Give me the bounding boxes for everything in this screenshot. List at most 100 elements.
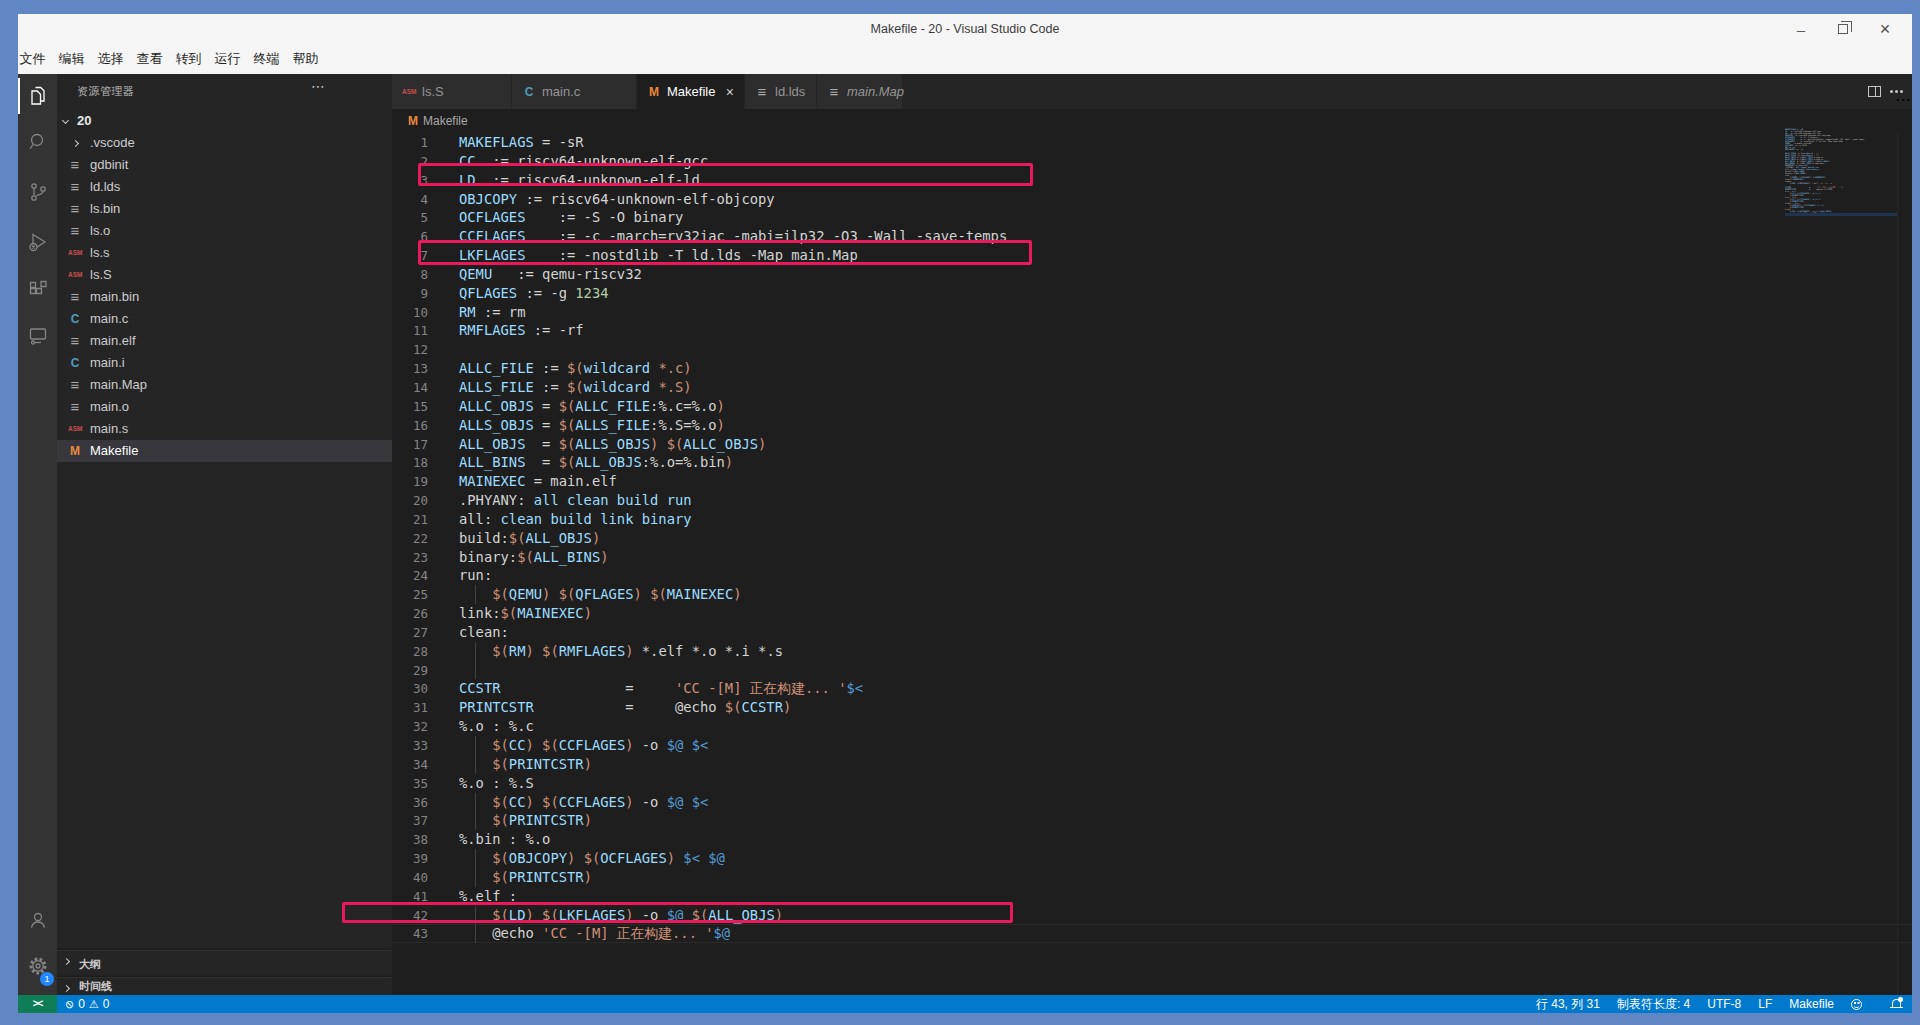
split-editor-icon[interactable] bbox=[1868, 86, 1881, 97]
file-row-main.Map[interactable]: ≡main.Map bbox=[57, 374, 392, 396]
code-line-1[interactable]: 1MAKEFLAGS = -sR bbox=[392, 133, 1912, 152]
code-line-36[interactable]: 36 $(CC) $(CCFLAGES) -o $@ $< bbox=[392, 793, 1912, 812]
file-row-ls.bin[interactable]: ≡ls.bin bbox=[57, 198, 392, 220]
status-item[interactable]: UTF-8 bbox=[1707, 997, 1741, 1011]
tab-main.Map[interactable]: ≡main.Map bbox=[817, 74, 903, 109]
status-item[interactable]: LF bbox=[1758, 997, 1772, 1011]
explorer-actions-icon[interactable]: ⋯ bbox=[311, 78, 326, 94]
line-text: $(PRINTCSTR) bbox=[459, 755, 592, 774]
tab-ls.S[interactable]: ASMls.S bbox=[392, 74, 512, 109]
code-line-23[interactable]: 23binary:$(ALL_BINS) bbox=[392, 548, 1912, 567]
code-line-27[interactable]: 27clean: bbox=[392, 623, 1912, 642]
code-line-35[interactable]: 35%.o : %.S bbox=[392, 774, 1912, 793]
code-line-30[interactable]: 30CCSTR = 'CC -[M] 正在构建... '$< bbox=[392, 679, 1912, 698]
line-text: all: clean build link binary bbox=[459, 510, 692, 529]
scrollbar[interactable] bbox=[1897, 133, 1898, 995]
file-row-ls.S[interactable]: ASMls.S bbox=[57, 264, 392, 286]
explorer-icon[interactable] bbox=[18, 74, 57, 118]
code-line-37[interactable]: 37 $(PRINTCSTR) bbox=[392, 811, 1912, 830]
status-item[interactable]: 行 43, 列 31 bbox=[1536, 996, 1600, 1013]
menu-item[interactable]: 编辑 bbox=[52, 44, 91, 74]
outline-section[interactable]: 大纲 bbox=[57, 950, 392, 977]
code-line-10[interactable]: 10RM := rm bbox=[392, 303, 1912, 322]
code-line-17[interactable]: 17ALL_OBJS = $(ALLS_OBJS) $(ALLC_OBJS) bbox=[392, 435, 1912, 454]
code-line-21[interactable]: 21all: clean build link binary bbox=[392, 510, 1912, 529]
tab-main.c[interactable]: Cmain.c bbox=[512, 74, 637, 109]
tab-Makefile[interactable]: MMakefile× bbox=[637, 74, 745, 109]
file-row-ls.s[interactable]: ASMls.s bbox=[57, 242, 392, 264]
file-row-.vscode[interactable]: .vscode bbox=[57, 132, 392, 154]
code-line-13[interactable]: 13ALLC_FILE := $(wildcard *.c) bbox=[392, 359, 1912, 378]
file-row-main.elf[interactable]: ≡main.elf bbox=[57, 330, 392, 352]
menu-item[interactable]: 运行 bbox=[208, 44, 247, 74]
source-control-icon[interactable] bbox=[18, 170, 57, 214]
file-row-ls.o[interactable]: ≡ls.o bbox=[57, 220, 392, 242]
file-row-main.bin[interactable]: ≡main.bin bbox=[57, 286, 392, 308]
minimize-button[interactable]: – bbox=[1780, 14, 1822, 44]
code-line-19[interactable]: 19MAINEXEC = main.elf bbox=[392, 472, 1912, 491]
code-line-14[interactable]: 14ALLS_FILE := $(wildcard *.S) bbox=[392, 378, 1912, 397]
folder-row-20[interactable]: 20 bbox=[57, 110, 392, 132]
code-line-39[interactable]: 39 $(OBJCOPY) $(OCFLAGES) $< $@ bbox=[392, 849, 1912, 868]
code-line-12[interactable]: 12 bbox=[392, 340, 1912, 359]
menu-item[interactable]: 帮助 bbox=[286, 44, 325, 74]
code-line-16[interactable]: 16ALLS_OBJS = $(ALLS_FILE:%.S=%.o) bbox=[392, 416, 1912, 435]
code-line-33[interactable]: 33 $(CC) $(CCFLAGES) -o $@ $< bbox=[392, 736, 1912, 755]
status-item[interactable]: 制表符长度: 4 bbox=[1617, 996, 1690, 1013]
remote-indicator[interactable]: >< bbox=[18, 995, 57, 1013]
code-line-24[interactable]: 24run: bbox=[392, 566, 1912, 585]
menu-item[interactable]: 文件 bbox=[13, 44, 52, 74]
code-line-38[interactable]: 38%.bin : %.o bbox=[392, 830, 1912, 849]
code-line-26[interactable]: 26link:$(MAINEXEC) bbox=[392, 604, 1912, 623]
extensions-icon[interactable] bbox=[18, 268, 57, 312]
file-row-main.o[interactable]: ≡main.o bbox=[57, 396, 392, 418]
code-line-4[interactable]: 4OBJCOPY := riscv64-unknown-elf-objcopy bbox=[392, 190, 1912, 209]
file-row-main.s[interactable]: ASMmain.s bbox=[57, 418, 392, 440]
run-debug-icon[interactable] bbox=[18, 220, 57, 264]
minimap[interactable]: MAKEFLAGS = -sRCC := riscv64-unknown-elf… bbox=[1785, 128, 1898, 328]
file-row-main.i[interactable]: Cmain.i bbox=[57, 352, 392, 374]
code-line-28[interactable]: 28 $(RM) $(RMFLAGES) *.elf *.o *.i *.s bbox=[392, 642, 1912, 661]
line-number: 5 bbox=[392, 208, 428, 227]
code-line-29[interactable]: 29 bbox=[392, 661, 1912, 680]
file-row-gdbinit[interactable]: ≡gdbinit bbox=[57, 154, 392, 176]
menu-item[interactable]: 查看 bbox=[130, 44, 169, 74]
file-row-main.c[interactable]: Cmain.c bbox=[57, 308, 392, 330]
close-button[interactable]: × bbox=[1864, 14, 1906, 44]
tab-close-icon[interactable]: × bbox=[726, 84, 734, 100]
account-icon[interactable] bbox=[18, 898, 57, 942]
editor-actions-icon[interactable]: ⋯ bbox=[1895, 90, 1898, 93]
menu-item[interactable]: 选择 bbox=[91, 44, 130, 74]
restore-button[interactable] bbox=[1822, 14, 1864, 44]
code-line-5[interactable]: 5OCFLAGES := -S -O binary bbox=[392, 208, 1912, 227]
breadcrumb[interactable]: M Makefile bbox=[392, 109, 1912, 133]
file-row-Makefile[interactable]: MMakefile bbox=[57, 440, 392, 462]
code-line-8[interactable]: 8QEMU := qemu-riscv32 bbox=[392, 265, 1912, 284]
code-line-31[interactable]: 31PRINTCSTR = @echo $(CCSTR) bbox=[392, 698, 1912, 717]
code-line-25[interactable]: 25 $(QEMU) $(QFLAGES) $(MAINEXEC) bbox=[392, 585, 1912, 604]
search-icon[interactable] bbox=[18, 120, 57, 164]
settings-gear-icon[interactable]: 1 bbox=[18, 944, 57, 988]
code-line-40[interactable]: 40 $(PRINTCSTR) bbox=[392, 868, 1912, 887]
code-line-15[interactable]: 15ALLC_OBJS = $(ALLC_FILE:%.c=%.o) bbox=[392, 397, 1912, 416]
timeline-section[interactable]: 时间线 bbox=[57, 977, 392, 995]
tab-ld.lds[interactable]: ≡ld.lds bbox=[745, 74, 817, 109]
code-line-34[interactable]: 34 $(PRINTCSTR) bbox=[392, 755, 1912, 774]
menu-item[interactable]: 终端 bbox=[247, 44, 286, 74]
file-row-ld.lds[interactable]: ≡ld.lds bbox=[57, 176, 392, 198]
feedback-icon[interactable] bbox=[1851, 999, 1862, 1010]
code-line-20[interactable]: 20.PHYANY: all clean build run bbox=[392, 491, 1912, 510]
status-item[interactable]: Makefile bbox=[1789, 997, 1834, 1011]
code-line-22[interactable]: 22build:$(ALL_OBJS) bbox=[392, 529, 1912, 548]
menu-item[interactable]: 转到 bbox=[169, 44, 208, 74]
code-line-11[interactable]: 11RMFLAGES := -rf bbox=[392, 321, 1912, 340]
code-line-32[interactable]: 32%.o : %.c bbox=[392, 717, 1912, 736]
notifications-bell-icon[interactable] bbox=[1892, 999, 1901, 1007]
code-line-9[interactable]: 9QFLAGES := -g 1234 bbox=[392, 284, 1912, 303]
minimap-content: MAKEFLAGS = -sRCC := riscv64-unknown-elf… bbox=[1785, 128, 1898, 214]
remote-explorer-icon[interactable] bbox=[18, 314, 57, 358]
line-number: 35 bbox=[392, 774, 428, 793]
code-line-18[interactable]: 18ALL_BINS = $(ALL_OBJS:%.o=%.bin) bbox=[392, 453, 1912, 472]
problems-status[interactable]: ⊘0 ⚠0 bbox=[65, 997, 109, 1011]
code-line-43[interactable]: 43 @echo 'CC -[M] 正在构建... '$@ bbox=[392, 924, 1912, 943]
